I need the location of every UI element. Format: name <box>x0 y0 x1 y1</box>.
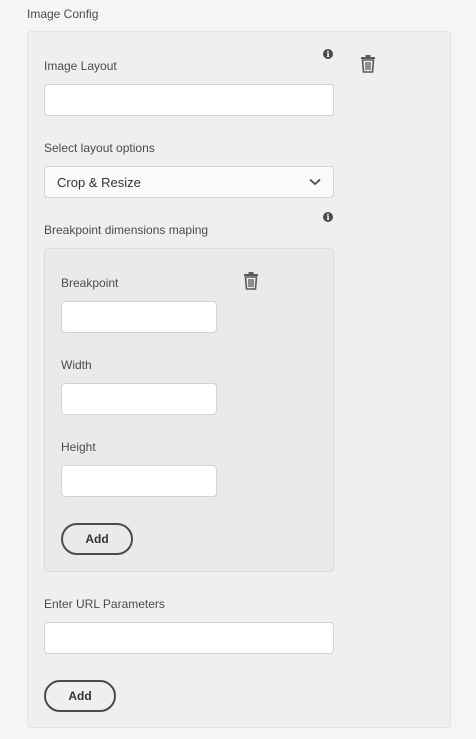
url-params-input[interactable] <box>44 622 334 654</box>
url-params-label: Enter URL Parameters <box>44 597 165 611</box>
breakpoint-mapping-label: Breakpoint dimensions maping <box>44 223 209 237</box>
width-label: Width <box>61 358 92 372</box>
add-breakpoint-button[interactable]: Add <box>61 523 133 555</box>
width-input[interactable] <box>61 383 217 415</box>
chevron-down-icon <box>309 178 321 186</box>
add-button[interactable]: Add <box>44 680 116 712</box>
breakpoint-label: Breakpoint <box>61 276 119 290</box>
layout-options-selected: Crop & Resize <box>57 174 141 190</box>
info-icon[interactable]: i <box>323 49 333 59</box>
height-input[interactable] <box>61 465 217 497</box>
info-icon[interactable]: i <box>323 212 333 222</box>
breakpoint-input[interactable] <box>61 301 217 333</box>
height-label: Height <box>61 440 96 454</box>
image-layout-label: Image Layout <box>44 59 117 73</box>
delete-image-config-trash-icon[interactable] <box>360 55 376 73</box>
layout-options-select[interactable]: Crop & Resize <box>44 166 334 198</box>
layout-options-label: Select layout options <box>44 141 155 155</box>
delete-breakpoint-trash-icon[interactable] <box>243 272 259 290</box>
image-layout-input[interactable] <box>44 84 334 116</box>
section-title: Image Config <box>27 7 99 21</box>
